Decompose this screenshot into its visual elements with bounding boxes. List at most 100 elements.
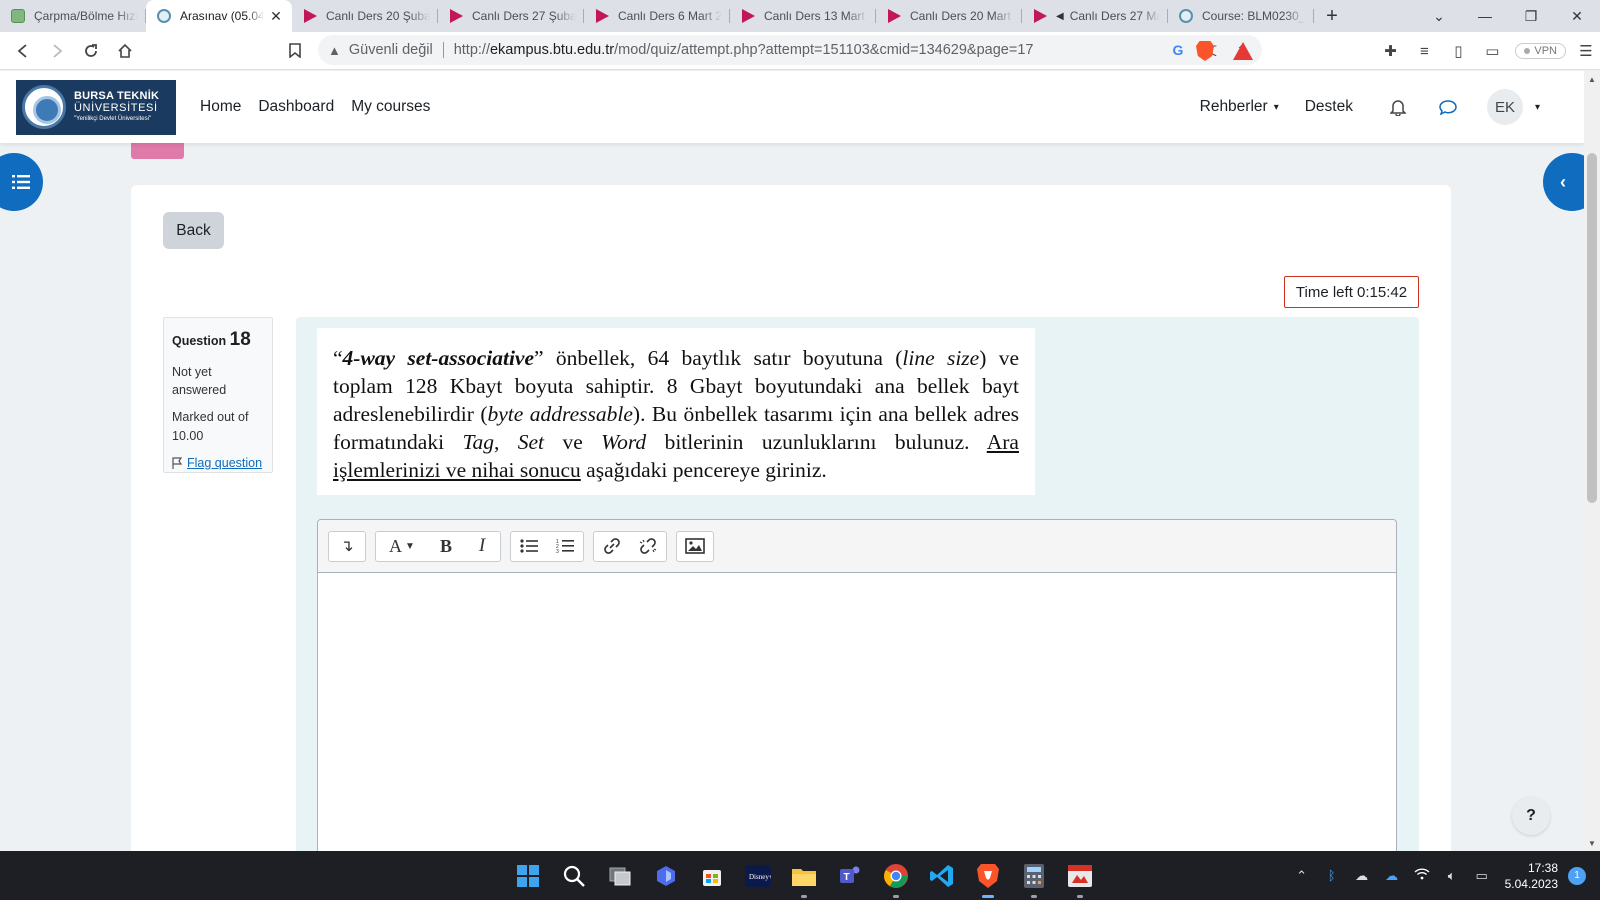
brave-shields-icon[interactable] [1196,41,1214,61]
bold-icon[interactable]: B [428,532,464,561]
notification-badge[interactable]: 1 [1568,866,1586,885]
insert-image-icon[interactable] [677,532,713,561]
security-status: Güvenli değil [348,42,433,58]
qt-part-1: ” önbellek, 64 baytlık satır boyutuna ( [534,346,903,370]
browser-tab[interactable]: Arasınav (05.04.2023) ✕ [146,0,292,32]
nav-home[interactable]: Home [200,98,241,116]
question-info: Question 18 Not yet answered Marked out … [163,317,273,473]
scroll-down-icon[interactable]: ▼ [1584,835,1600,851]
back-nav-icon[interactable] [6,34,40,68]
browser-tab[interactable]: Canlı Ders 20 Şubat [292,0,438,32]
help-button[interactable]: ? [1512,797,1550,835]
site-navbar: BURSA TEKNİK ÜNİVERSİTESİ "Yenilikçi Dev… [0,71,1584,143]
calculator-icon[interactable] [1018,860,1050,898]
onedrive-icon[interactable]: ☁ [1377,868,1407,884]
restore-button[interactable]: ❐ [1508,0,1554,32]
page-scrollbar[interactable]: ▲ ▼ [1584,71,1600,851]
browser-tab[interactable]: ◀ Canlı Ders 27 Mart [1022,0,1168,32]
bookmark-icon[interactable] [278,34,312,68]
university-seal-icon [22,85,66,129]
notifications-bell-icon[interactable] [1373,98,1423,116]
toolbar-toggle-icon[interactable]: ↴ [329,532,365,561]
browser-tab[interactable]: Canlı Ders 6 Mart 2 [584,0,730,32]
browser-tab[interactable]: Canlı Ders 13 Mart [730,0,876,32]
guides-dropdown[interactable]: Rehberler ▾ [1200,98,1279,116]
back-button[interactable]: Back [163,212,224,249]
unlink-icon[interactable] [630,532,666,561]
close-tab-icon[interactable]: ✕ [268,8,284,25]
task-view-icon[interactable] [604,860,636,892]
teams-icon[interactable]: T [834,860,866,892]
audio-playing-icon[interactable]: ◀ [1056,11,1064,22]
disney-plus-icon[interactable]: Disney+ [742,860,774,892]
link-icon[interactable] [594,532,630,561]
wallet-icon[interactable]: ▭ [1475,34,1509,68]
chrome-icon[interactable] [880,860,912,898]
bluetooth-icon[interactable]: ᛒ [1317,868,1347,883]
system-clock[interactable]: 17:38 5.04.2023 [1505,860,1558,892]
battery-icon[interactable]: ▭ [1467,868,1497,884]
forward-nav-icon[interactable] [40,34,74,68]
copilot-icon[interactable] [650,860,682,892]
user-menu-chevron-icon[interactable]: ▾ [1535,102,1540,113]
browser-tab[interactable]: Canlı Ders 27 Şubat [438,0,584,32]
show-hidden-icons-icon[interactable]: ⌃ [1287,868,1317,884]
os-taskbar: Disney+ T ⌃ ᛒ ☁ ☁ 🔈︎ ▭ 17:38 5.04.2023 1 [0,851,1600,900]
flag-question[interactable]: Flag question [172,454,264,473]
reload-icon[interactable] [74,34,108,68]
search-icon[interactable] [558,860,590,892]
browser-tab[interactable]: Course: BLM0230_E [1168,0,1314,32]
brave-browser-icon[interactable] [972,860,1004,898]
vscode-icon[interactable] [926,860,958,892]
browser-tab[interactable]: Çarpma/Bölme Hızı [0,0,146,32]
editor-group-links [593,530,667,562]
menu-icon[interactable]: ☰ [1572,34,1600,68]
messages-icon[interactable] [1423,99,1473,115]
video-favicon-icon [740,8,756,24]
qt-term-set: Set [517,430,545,454]
store-icon[interactable] [696,860,728,892]
vpn-status-dot [1524,48,1531,54]
pdf-reader-icon[interactable] [1064,860,1096,898]
question-label: Question [172,334,227,348]
chevron-down-icon: ▾ [1273,101,1279,113]
logo-line-2: ÜNİVERSİTESİ [74,101,158,114]
start-menu-icon[interactable] [512,860,544,892]
nav-my-courses[interactable]: My courses [351,98,430,116]
video-favicon-icon [886,8,902,24]
playlist-icon[interactable]: ≡ [1407,34,1441,68]
brave-rewards-icon[interactable]: 1 [1233,42,1253,60]
sidebar-icon[interactable]: ▯ [1441,34,1475,68]
tab-search-icon[interactable]: ⌄ [1416,0,1462,32]
editor-toolbar: ↴ A ▼ B I 123 [318,520,1396,573]
volume-icon[interactable]: 🔈︎ [1437,868,1467,884]
unordered-list-icon[interactable] [511,532,547,561]
nav-dashboard[interactable]: Dashboard [258,98,334,116]
file-explorer-icon[interactable] [788,860,820,898]
vpn-button[interactable]: VPN [1515,43,1566,59]
browser-tab[interactable]: Canlı Ders 20 Mart [876,0,1022,32]
editor-group-lists: 123 [510,530,584,562]
address-bar[interactable]: ▲ Güvenli değil http://ekampus.btu.edu.t… [318,35,1262,65]
minimize-button[interactable]: — [1462,0,1508,32]
close-window-button[interactable]: ✕ [1554,0,1600,32]
wifi-icon[interactable] [1407,868,1437,883]
course-index-drawer-button[interactable] [0,153,43,211]
scrollbar-thumb[interactable] [1587,153,1597,503]
ordered-list-icon[interactable]: 123 [547,532,583,561]
paragraph-style-icon[interactable]: A ▼ [376,532,428,561]
url-text[interactable]: http://ekampus.btu.edu.tr/mod/quiz/attem… [454,42,1168,58]
user-avatar[interactable]: EK [1486,89,1523,125]
google-icon[interactable]: G [1168,42,1188,58]
tab-title: Canlı Ders 27 Şubat [472,9,576,23]
italic-icon[interactable]: I [464,532,500,561]
onedrive-error-icon[interactable]: ☁ [1347,868,1377,884]
support-link[interactable]: Destek [1305,98,1353,116]
scroll-up-icon[interactable]: ▲ [1584,71,1600,87]
flag-question-link[interactable]: Flag question [187,454,262,473]
logo-text: BURSA TEKNİK ÜNİVERSİTESİ "Yenilikçi Dev… [74,91,159,123]
extensions-icon[interactable]: ✚ [1373,34,1407,68]
home-icon[interactable] [108,34,142,68]
new-tab-button[interactable]: + [1314,0,1350,32]
university-logo[interactable]: BURSA TEKNİK ÜNİVERSİTESİ "Yenilikçi Dev… [16,79,176,135]
